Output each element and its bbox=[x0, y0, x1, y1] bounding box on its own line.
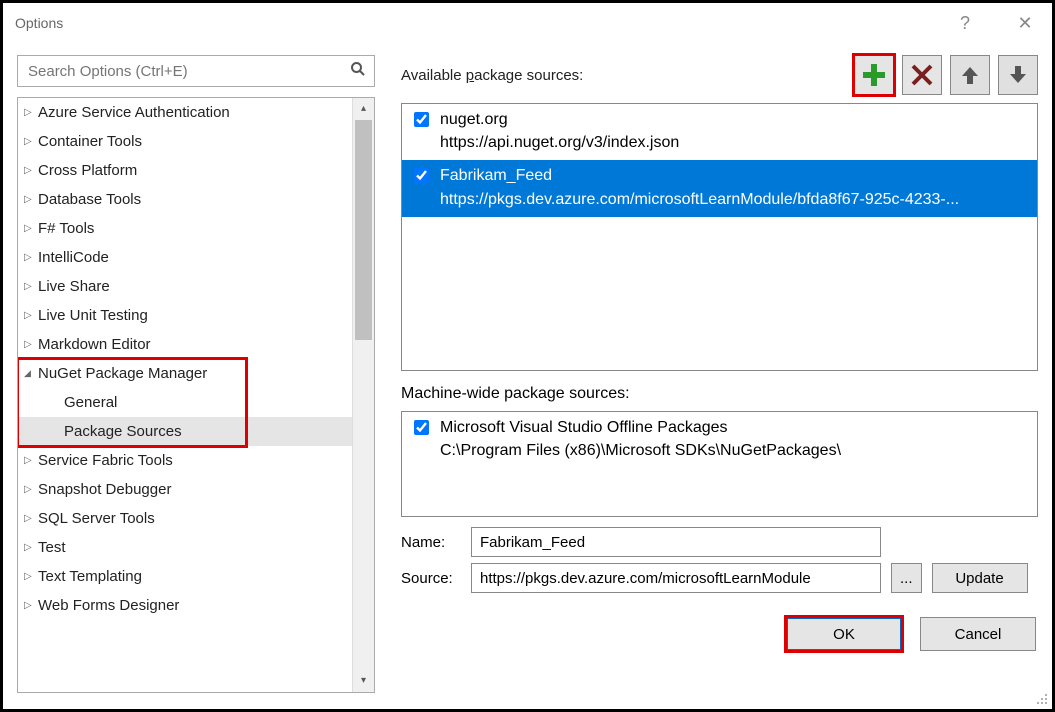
chevron-down-icon: ◢ bbox=[24, 368, 38, 379]
source-name: Fabrikam_Feed bbox=[440, 164, 959, 187]
scroll-thumb[interactable] bbox=[355, 120, 372, 340]
tree-item[interactable]: ▷Markdown Editor bbox=[18, 330, 352, 359]
tree-item[interactable]: ▷Text Templating bbox=[18, 562, 352, 591]
tree-item[interactable]: ▷Azure Service Authentication bbox=[18, 98, 352, 127]
tree-item-label: Container Tools bbox=[38, 133, 142, 150]
ok-button[interactable]: OK bbox=[786, 617, 902, 651]
source-checkbox[interactable] bbox=[414, 168, 429, 183]
tree-item-label: Markdown Editor bbox=[38, 336, 151, 353]
chevron-right-icon: ▷ bbox=[24, 571, 38, 582]
close-button[interactable]: ✕ bbox=[1010, 13, 1040, 34]
x-icon bbox=[910, 63, 934, 87]
source-checkbox[interactable] bbox=[414, 112, 429, 127]
tree-item-label: General bbox=[64, 394, 117, 411]
move-down-button[interactable] bbox=[998, 55, 1038, 95]
search-options[interactable] bbox=[17, 55, 375, 87]
tree-item-label: Snapshot Debugger bbox=[38, 481, 171, 498]
machine-source-row[interactable]: Microsoft Visual Studio Offline Packages… bbox=[402, 412, 1037, 468]
tree-item[interactable]: ▷Database Tools bbox=[18, 185, 352, 214]
source-name: nuget.org bbox=[440, 108, 679, 131]
tree-item-label: Text Templating bbox=[38, 568, 142, 585]
plus-icon bbox=[861, 62, 887, 88]
tree-item[interactable]: ▷Snapshot Debugger bbox=[18, 475, 352, 504]
options-dialog: Options ? ✕ ▷Azure Service Authenticatio… bbox=[0, 0, 1055, 712]
source-checkbox[interactable] bbox=[414, 420, 429, 435]
source-name: Microsoft Visual Studio Offline Packages bbox=[440, 416, 841, 439]
source-url: https://pkgs.dev.azure.com/microsoftLear… bbox=[440, 188, 959, 211]
chevron-right-icon: ▷ bbox=[24, 165, 38, 176]
tree-item-label: Azure Service Authentication bbox=[38, 104, 230, 121]
tree-item-label: F# Tools bbox=[38, 220, 94, 237]
tree-item-label: Live Unit Testing bbox=[38, 307, 148, 324]
chevron-right-icon: ▷ bbox=[24, 136, 38, 147]
scroll-up-icon[interactable]: ▴ bbox=[353, 98, 374, 120]
chevron-right-icon: ▷ bbox=[24, 194, 38, 205]
tree-item[interactable]: ▷IntelliCode bbox=[18, 243, 352, 272]
chevron-right-icon: ▷ bbox=[24, 542, 38, 553]
tree-item-label: Cross Platform bbox=[38, 162, 137, 179]
chevron-right-icon: ▷ bbox=[24, 223, 38, 234]
tree-item-label: NuGet Package Manager bbox=[38, 365, 207, 382]
package-source-row[interactable]: Fabrikam_Feedhttps://pkgs.dev.azure.com/… bbox=[402, 160, 1037, 216]
add-source-button[interactable] bbox=[854, 55, 894, 95]
remove-source-button[interactable] bbox=[902, 55, 942, 95]
tree-item-label: Package Sources bbox=[64, 423, 182, 440]
chevron-right-icon: ▷ bbox=[24, 107, 38, 118]
tree-item[interactable]: ◢NuGet Package Manager bbox=[18, 359, 352, 388]
source-label: Source: bbox=[401, 570, 461, 587]
browse-button[interactable]: ... bbox=[891, 563, 922, 593]
tree-item-label: Test bbox=[38, 539, 66, 556]
chevron-right-icon: ▷ bbox=[24, 600, 38, 611]
tree-item-label: Web Forms Designer bbox=[38, 597, 179, 614]
tree-item[interactable]: ▷Web Forms Designer bbox=[18, 591, 352, 620]
chevron-right-icon: ▷ bbox=[24, 484, 38, 495]
tree-item[interactable]: ▷Live Share bbox=[18, 272, 352, 301]
tree-item-label: Database Tools bbox=[38, 191, 141, 208]
arrow-down-icon bbox=[1007, 64, 1029, 86]
update-button[interactable]: Update bbox=[932, 563, 1028, 593]
available-sources-list[interactable]: nuget.orghttps://api.nuget.org/v3/index.… bbox=[401, 103, 1038, 371]
chevron-right-icon: ▷ bbox=[24, 281, 38, 292]
source-input[interactable] bbox=[471, 563, 881, 593]
tree-item[interactable]: ▷Test bbox=[18, 533, 352, 562]
move-up-button[interactable] bbox=[950, 55, 990, 95]
tree-item-label: IntelliCode bbox=[38, 249, 109, 266]
source-url: C:\Program Files (x86)\Microsoft SDKs\Nu… bbox=[440, 439, 841, 462]
package-source-row[interactable]: nuget.orghttps://api.nuget.org/v3/index.… bbox=[402, 104, 1037, 160]
tree-item[interactable]: Package Sources bbox=[18, 417, 352, 446]
tree-item[interactable]: General bbox=[18, 388, 352, 417]
search-icon bbox=[350, 61, 366, 82]
help-button[interactable]: ? bbox=[950, 13, 980, 34]
tree-item[interactable]: ▷Cross Platform bbox=[18, 156, 352, 185]
resize-grip[interactable] bbox=[1036, 693, 1048, 705]
tree-scrollbar[interactable]: ▴ ▾ bbox=[352, 98, 374, 692]
titlebar: Options ? ✕ bbox=[3, 3, 1052, 43]
tree-item[interactable]: ▷Live Unit Testing bbox=[18, 301, 352, 330]
chevron-right-icon: ▷ bbox=[24, 455, 38, 466]
tree-item-label: SQL Server Tools bbox=[38, 510, 155, 527]
tree-item[interactable]: ▷F# Tools bbox=[18, 214, 352, 243]
scroll-down-icon[interactable]: ▾ bbox=[353, 670, 374, 692]
tree-item-label: Live Share bbox=[38, 278, 110, 295]
source-url: https://api.nuget.org/v3/index.json bbox=[440, 131, 679, 154]
name-label: Name: bbox=[401, 534, 461, 551]
machine-sources-list[interactable]: Microsoft Visual Studio Offline Packages… bbox=[401, 411, 1038, 517]
chevron-right-icon: ▷ bbox=[24, 339, 38, 350]
arrow-up-icon bbox=[959, 64, 981, 86]
chevron-right-icon: ▷ bbox=[24, 310, 38, 321]
window-title: Options bbox=[15, 15, 63, 31]
cancel-button[interactable]: Cancel bbox=[920, 617, 1036, 651]
name-input[interactable] bbox=[471, 527, 881, 557]
chevron-right-icon: ▷ bbox=[24, 252, 38, 263]
search-input[interactable] bbox=[26, 62, 350, 81]
tree-item[interactable]: ▷Container Tools bbox=[18, 127, 352, 156]
chevron-right-icon: ▷ bbox=[24, 513, 38, 524]
machine-sources-label: Machine-wide package sources: bbox=[401, 385, 1038, 403]
tree-item[interactable]: ▷Service Fabric Tools bbox=[18, 446, 352, 475]
tree-item[interactable]: ▷SQL Server Tools bbox=[18, 504, 352, 533]
tree-item-label: Service Fabric Tools bbox=[38, 452, 173, 469]
available-sources-label: Available package sources: bbox=[401, 67, 583, 84]
options-tree[interactable]: ▷Azure Service Authentication▷Container … bbox=[17, 97, 375, 693]
